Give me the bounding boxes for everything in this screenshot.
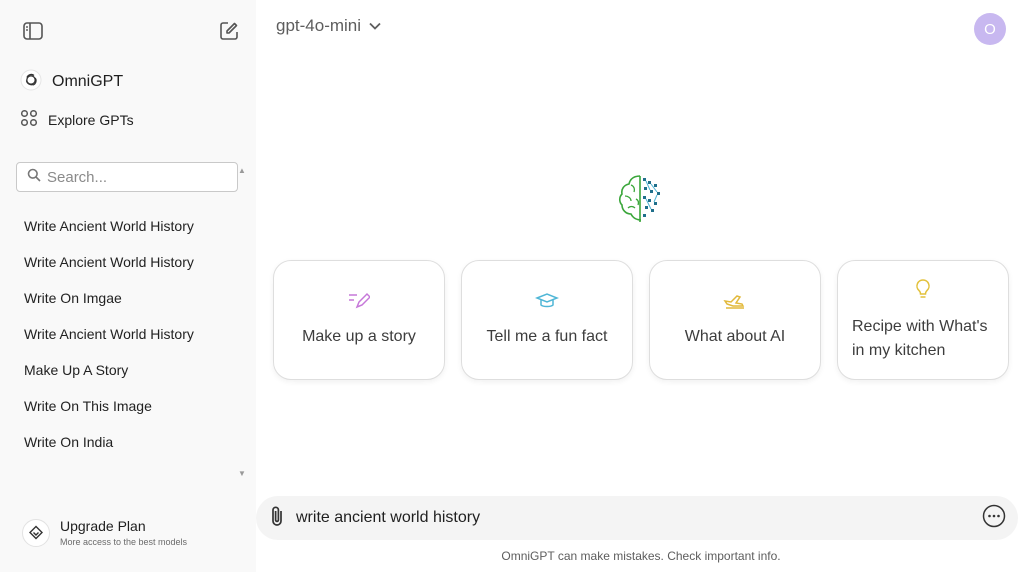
list-item[interactable]: Write On Imgae <box>16 280 240 316</box>
chat-history-list: Write Ancient World History Write Ancien… <box>16 208 240 460</box>
sidebar-item-label: OmniGPT <box>52 73 124 90</box>
scroll-up-arrow-icon[interactable]: ▲ <box>238 166 246 175</box>
chevron-down-icon <box>369 17 381 35</box>
suggestion-card-fun-fact[interactable]: Tell me a fun fact <box>461 260 633 380</box>
sidebar-item-omnigpt[interactable]: OmniGPT <box>16 66 240 98</box>
list-item[interactable]: Write Ancient World History <box>16 208 240 244</box>
openai-logo-icon <box>20 69 42 96</box>
graduation-cap-icon <box>534 292 560 315</box>
more-options-icon[interactable] <box>982 504 1006 533</box>
sidebar-item-explore-gpts[interactable]: Explore GPTs <box>16 104 240 136</box>
avatar[interactable]: O <box>974 13 1006 45</box>
sidebar-item-label: Explore GPTs <box>48 112 134 128</box>
search-icon <box>27 168 41 187</box>
upgrade-plan-title: Upgrade Plan <box>60 518 146 534</box>
scroll-down-arrow-icon[interactable]: ▼ <box>238 469 246 478</box>
suggestion-cards: Make up a story Tell me a fun fact What … <box>273 260 1009 380</box>
suggestion-label: Make up a story <box>302 327 416 345</box>
search-box <box>16 162 238 192</box>
main-area: gpt-4o-mini O Make up a story Tell me a … <box>256 0 1026 572</box>
upgrade-plan-subtitle: More access to the best models <box>60 537 188 547</box>
suggestion-label: Tell me a fun fact <box>486 327 608 345</box>
model-selector[interactable]: gpt-4o-mini <box>276 16 381 36</box>
upgrade-icon <box>22 518 50 547</box>
model-name: gpt-4o-mini <box>276 16 362 35</box>
plane-icon <box>723 292 747 315</box>
pencil-lines-icon <box>348 292 372 315</box>
suggestion-card-ai[interactable]: What about AI <box>649 260 821 380</box>
disclaimer-text: OmniGPT can make mistakes. Check importa… <box>501 549 781 563</box>
grid-icon <box>20 109 38 132</box>
list-item[interactable]: Write On India <box>16 424 240 460</box>
toggle-sidebar-icon[interactable] <box>19 17 47 45</box>
lightbulb-icon <box>914 278 932 305</box>
list-item[interactable]: Write Ancient World History <box>16 244 240 280</box>
search-input[interactable] <box>47 168 227 186</box>
list-item[interactable]: Make Up A Story <box>16 352 240 388</box>
message-input[interactable] <box>296 509 982 527</box>
brain-circuit-logo-icon <box>618 172 666 224</box>
new-chat-icon[interactable] <box>215 17 243 45</box>
list-item[interactable]: Write Ancient World History <box>16 316 240 352</box>
message-composer <box>256 496 1018 540</box>
list-item[interactable]: Write On This Image <box>16 388 240 424</box>
upgrade-plan-button[interactable]: Upgrade Plan More access to the best mod… <box>22 518 187 547</box>
sidebar: OmniGPT Explore GPTs ▲ Write Ancient Wor… <box>0 0 256 572</box>
suggestion-label: What about AI <box>684 327 786 345</box>
suggestion-label: Recipe with What's in my kitchen <box>852 317 988 359</box>
paperclip-icon[interactable] <box>270 505 284 532</box>
suggestion-card-story[interactable]: Make up a story <box>273 260 445 380</box>
suggestion-card-recipe[interactable]: Recipe with What's in my kitchen <box>837 260 1009 380</box>
